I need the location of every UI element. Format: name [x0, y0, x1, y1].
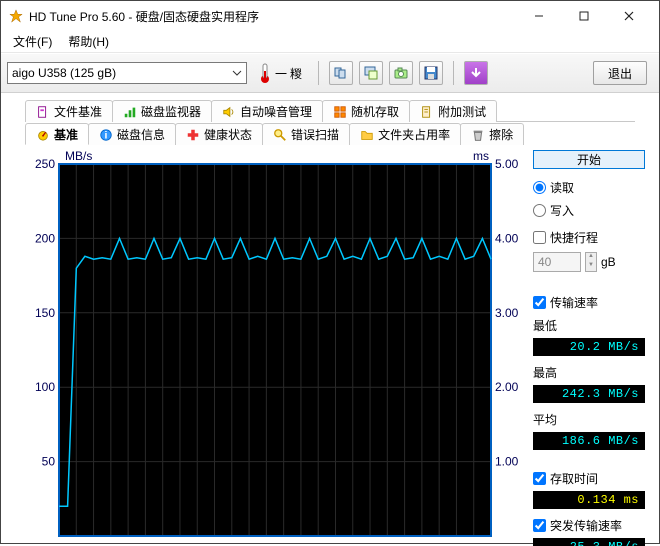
svg-text:ms: ms: [473, 149, 489, 163]
svg-text:50: 50: [42, 455, 56, 469]
mode-write-radio[interactable]: [533, 204, 546, 217]
svg-text:100: 100: [35, 380, 55, 394]
minimize-button[interactable]: [516, 2, 561, 30]
menubar: 文件(F) 帮助(H): [1, 31, 659, 53]
stat-avg-value: 186.6 MB/s: [533, 432, 645, 450]
tab-erase[interactable]: 擦除: [460, 123, 524, 145]
maximize-button[interactable]: [561, 2, 606, 30]
trash-icon: [471, 128, 485, 142]
magnifier-icon: [273, 128, 287, 142]
menu-help[interactable]: 帮助(H): [62, 31, 115, 52]
svg-text:150: 150: [35, 306, 55, 320]
transfer-rate-label: 传输速率: [550, 294, 598, 311]
svg-text:3.00: 3.00: [495, 306, 519, 320]
device-selector-value: aigo U358 (125 gB): [12, 66, 116, 80]
tab-file-benchmark[interactable]: 文件基准: [25, 100, 113, 122]
window-controls: [516, 2, 651, 30]
short-stroke-unit: gB: [601, 255, 616, 269]
tab-random-access[interactable]: 随机存取: [322, 100, 410, 122]
stat-max-value: 242.3 MB/s: [533, 385, 645, 403]
burst-rate-label: 突发传输速率: [550, 517, 622, 534]
short-stroke-spinner: ▲ ▼: [585, 252, 597, 272]
mode-write-label: 写入: [550, 202, 574, 219]
chevron-down-icon: [232, 68, 242, 78]
svg-text:2.00: 2.00: [495, 380, 519, 394]
temperature-display: 一 糉: [253, 62, 308, 84]
menu-file[interactable]: 文件(F): [7, 31, 58, 52]
svg-text:200: 200: [35, 231, 55, 245]
info-icon: i: [99, 128, 113, 142]
stat-access-value: 0.134 ms: [533, 491, 645, 509]
speaker-icon: [222, 105, 236, 119]
short-stroke-row[interactable]: 快捷行程: [533, 229, 645, 246]
burst-rate-row[interactable]: 突发传输速率: [533, 517, 645, 534]
mode-read-row[interactable]: 读取: [533, 179, 645, 196]
benchmark-chart: MB/s 50 100 150 200 250 ms 1.00 2.00 3.00 4.00 5.00: [25, 146, 525, 546]
copy-screenshot-button[interactable]: [359, 61, 383, 85]
stat-min-label: 最低: [533, 317, 645, 334]
disk-monitor-icon: [123, 105, 137, 119]
stat-avg-label: 平均: [533, 411, 645, 428]
stat-burst-value: 25.3 MB/s: [533, 538, 645, 546]
device-selector[interactable]: aigo U358 (125 gB): [7, 62, 247, 84]
transfer-rate-checkbox[interactable]: [533, 296, 546, 309]
mode-read-radio[interactable]: [533, 181, 546, 194]
burst-rate-checkbox[interactable]: [533, 519, 546, 532]
short-stroke-checkbox[interactable]: [533, 231, 546, 244]
transfer-rate-row[interactable]: 传输速率: [533, 294, 645, 311]
health-icon: [186, 128, 200, 142]
tab-disk-info[interactable]: i 磁盘信息: [88, 123, 176, 145]
chart-svg: MB/s 50 100 150 200 250 ms 1.00 2.00 3.00 4.00 5.00: [25, 146, 525, 546]
short-stroke-input: [533, 252, 581, 272]
tabset: 文件基准 磁盘监视器 自动噪音管理 随机存取 附加测试 基准 i 磁盘信息 健康…: [1, 93, 659, 144]
toolbar: aigo U358 (125 gB) 一 糉 退出: [1, 53, 659, 93]
svg-text:MB/s: MB/s: [65, 149, 92, 163]
copy-info-button[interactable]: [329, 61, 353, 85]
tab-disk-monitor[interactable]: 磁盘监视器: [112, 100, 212, 122]
tab-aam[interactable]: 自动噪音管理: [211, 100, 323, 122]
titlebar: HD Tune Pro 5.60 - 硬盘/固态硬盘实用程序: [1, 1, 659, 31]
svg-text:250: 250: [35, 157, 55, 171]
folder-icon: [360, 128, 374, 142]
stat-max-label: 最高: [533, 364, 645, 381]
mode-write-row[interactable]: 写入: [533, 202, 645, 219]
mode-read-label: 读取: [550, 179, 574, 196]
short-stroke-label: 快捷行程: [550, 229, 598, 246]
screenshot-button[interactable]: [389, 61, 413, 85]
access-time-checkbox[interactable]: [533, 472, 546, 485]
benchmark-icon: [36, 127, 50, 141]
svg-text:1.00: 1.00: [495, 455, 519, 469]
window-title: HD Tune Pro 5.60 - 硬盘/固态硬盘实用程序: [29, 8, 259, 25]
tab-folder-usage[interactable]: 文件夹占用率: [349, 123, 461, 145]
tab-extra-tests[interactable]: 附加测试: [409, 100, 497, 122]
content: MB/s 50 100 150 200 250 ms 1.00 2.00 3.00 4.00 5.00…: [1, 144, 659, 546]
close-button[interactable]: [606, 2, 651, 30]
stat-min-value: 20.2 MB/s: [533, 338, 645, 356]
app-icon: [9, 9, 23, 23]
svg-text:5.00: 5.00: [495, 157, 519, 171]
file-benchmark-icon: [36, 105, 50, 119]
thermometer-icon: [259, 62, 271, 84]
tab-health[interactable]: 健康状态: [175, 123, 263, 145]
tab-error-scan[interactable]: 错误扫描: [262, 123, 350, 145]
access-time-row[interactable]: 存取时间: [533, 470, 645, 487]
options-button[interactable]: [464, 61, 488, 85]
exit-button[interactable]: 退出: [593, 61, 647, 85]
save-button[interactable]: [419, 61, 443, 85]
tab-benchmark[interactable]: 基准: [25, 123, 89, 145]
access-time-label: 存取时间: [550, 470, 598, 487]
extra-tests-icon: [420, 105, 434, 119]
random-access-icon: [333, 105, 347, 119]
side-panel: 开始 读取 写入 快捷行程 ▲ ▼ gB 传输速率 最低 20.: [525, 146, 659, 546]
svg-text:i: i: [105, 129, 108, 141]
start-button[interactable]: 开始: [533, 150, 645, 169]
svg-text:4.00: 4.00: [495, 231, 519, 245]
